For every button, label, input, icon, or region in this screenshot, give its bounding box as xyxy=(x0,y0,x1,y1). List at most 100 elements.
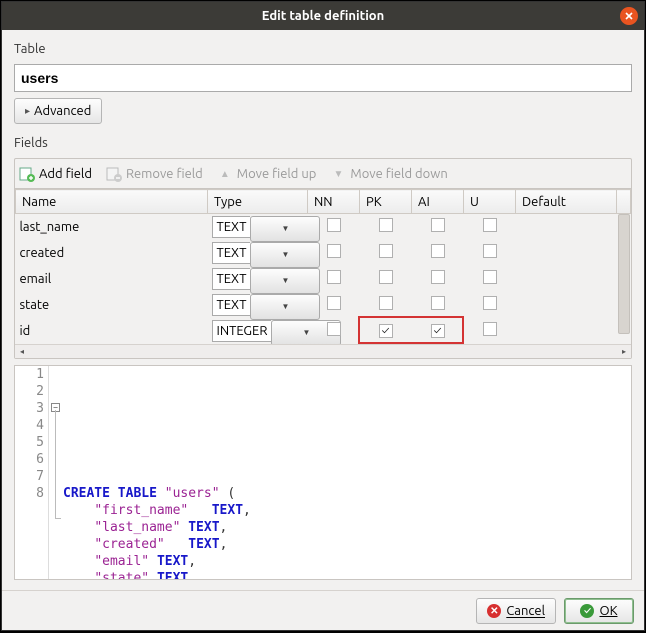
col-header-ai[interactable]: AI xyxy=(412,190,464,214)
table-name-input[interactable] xyxy=(14,64,632,92)
cell-type: TEXT ▼ xyxy=(208,214,308,240)
pk-checkbox[interactable] xyxy=(379,270,393,284)
table-row[interactable]: state TEXT ▼ xyxy=(16,292,631,318)
add-field-label: Add field xyxy=(39,167,92,181)
line-number: 6 xyxy=(15,451,48,468)
cell-default[interactable] xyxy=(516,240,617,266)
line-number: 2 xyxy=(15,383,48,400)
cell-name[interactable]: id xyxy=(16,318,208,344)
u-checkbox[interactable] xyxy=(483,218,497,232)
type-value: TEXT xyxy=(212,268,251,290)
cell-default[interactable] xyxy=(516,214,617,240)
table-label: Table xyxy=(14,42,632,56)
code-line[interactable]: CREATE TABLE "users" ( xyxy=(63,485,629,502)
cell-name[interactable]: created xyxy=(16,240,208,266)
cell-name[interactable]: last_name xyxy=(16,214,208,240)
move-down-label: Move field down xyxy=(350,167,447,181)
pk-checkbox[interactable] xyxy=(379,218,393,232)
pk-checkbox[interactable] xyxy=(379,296,393,310)
line-number: 4 xyxy=(15,417,48,434)
code-line[interactable]: "last_name" TEXT, xyxy=(63,519,629,536)
code-line[interactable]: "state" TEXT, xyxy=(63,570,629,581)
ai-checkbox[interactable] xyxy=(431,218,445,232)
type-select[interactable]: TEXT ▼ xyxy=(212,216,306,238)
ai-checkbox[interactable] xyxy=(431,296,445,310)
line-number: 1 xyxy=(15,366,48,383)
col-header-default[interactable]: Default xyxy=(516,190,617,214)
ai-checkbox[interactable] xyxy=(431,244,445,258)
ai-checkbox[interactable]: ✓ xyxy=(431,324,445,338)
table-row[interactable]: last_name TEXT ▼ xyxy=(16,214,631,240)
col-header-pk[interactable]: PK xyxy=(360,190,412,214)
advanced-button[interactable]: ▸ Advanced xyxy=(14,98,102,124)
type-value: INTEGER xyxy=(212,320,272,342)
cell-type: TEXT ▼ xyxy=(208,240,308,266)
nn-checkbox[interactable] xyxy=(327,296,341,310)
code-line[interactable]: "email" TEXT, xyxy=(63,553,629,570)
scroll-left-icon[interactable]: ◂ xyxy=(15,345,29,357)
code-line[interactable]: "created" TEXT, xyxy=(63,536,629,553)
type-select[interactable]: TEXT ▼ xyxy=(212,294,306,316)
line-gutter: 12345678 xyxy=(15,366,49,580)
dropdown-icon[interactable]: ▼ xyxy=(250,216,320,242)
cancel-button[interactable]: ✕ Cancel xyxy=(476,598,556,624)
ok-icon: ✓ xyxy=(580,604,594,618)
type-value: TEXT xyxy=(212,242,251,264)
arrow-down-icon: ▼ xyxy=(330,166,346,182)
cell-name[interactable]: state xyxy=(16,292,208,318)
cancel-label: Cancel xyxy=(506,604,545,618)
fold-line xyxy=(55,410,56,518)
fields-panel: Add field Remove field ▲ Move field up xyxy=(14,158,632,359)
u-checkbox[interactable] xyxy=(483,270,497,284)
type-select[interactable]: TEXT ▼ xyxy=(212,268,306,290)
nn-checkbox[interactable] xyxy=(327,244,341,258)
col-header-u[interactable]: U xyxy=(464,190,516,214)
col-header-nn[interactable]: NN xyxy=(308,190,360,214)
cell-type: INTEGER ▼ xyxy=(208,318,308,344)
add-field-icon xyxy=(19,166,35,182)
code-line[interactable]: "first_name" TEXT, xyxy=(63,502,629,519)
table-row[interactable]: id INTEGER ▼ ✓ ✓ xyxy=(16,318,631,344)
ok-label: OK xyxy=(599,604,617,618)
cell-default[interactable] xyxy=(516,266,617,292)
dropdown-icon[interactable]: ▼ xyxy=(250,294,320,320)
cell-default[interactable] xyxy=(516,292,617,318)
line-number: 3 xyxy=(15,400,48,417)
table-row[interactable]: email TEXT ▼ xyxy=(16,266,631,292)
col-header-name[interactable]: Name xyxy=(16,190,208,214)
vertical-scrollbar[interactable] xyxy=(618,214,630,334)
sql-code[interactable]: − CREATE TABLE "users" ( "first_name" TE… xyxy=(63,400,629,581)
dropdown-icon[interactable]: ▼ xyxy=(250,242,320,268)
u-checkbox[interactable] xyxy=(483,322,497,336)
u-checkbox[interactable] xyxy=(483,296,497,310)
type-select[interactable]: TEXT ▼ xyxy=(212,242,306,264)
nn-checkbox[interactable] xyxy=(327,322,341,336)
dropdown-icon[interactable]: ▼ xyxy=(250,268,320,294)
sql-editor[interactable]: 12345678 − CREATE TABLE "users" ( "first… xyxy=(14,365,632,581)
cell-type: TEXT ▼ xyxy=(208,292,308,318)
nn-checkbox[interactable] xyxy=(327,218,341,232)
cell-default[interactable] xyxy=(516,318,617,344)
pk-checkbox[interactable]: ✓ xyxy=(379,324,393,338)
dialog-window: Edit table definition Table ▸ Advanced F… xyxy=(1,1,645,631)
cancel-icon: ✕ xyxy=(487,604,501,618)
scroll-right-icon[interactable]: ▸ xyxy=(617,345,631,357)
nn-checkbox[interactable] xyxy=(327,270,341,284)
ok-button[interactable]: ✓ OK xyxy=(564,598,634,624)
ai-checkbox[interactable] xyxy=(431,270,445,284)
u-checkbox[interactable] xyxy=(483,244,497,258)
close-button[interactable] xyxy=(620,7,638,25)
add-field-button[interactable]: Add field xyxy=(19,166,92,182)
type-select[interactable]: INTEGER ▼ xyxy=(212,320,306,342)
arrow-up-icon: ▲ xyxy=(217,166,233,182)
col-header-type[interactable]: Type xyxy=(208,190,308,214)
type-value: TEXT xyxy=(212,294,251,316)
line-number: 5 xyxy=(15,434,48,451)
window-title: Edit table definition xyxy=(262,9,385,23)
pk-checkbox[interactable] xyxy=(379,244,393,258)
cell-name[interactable]: email xyxy=(16,266,208,292)
col-header-scroll xyxy=(617,190,631,214)
horizontal-scrollbar[interactable]: ◂ ▸ xyxy=(15,344,631,358)
table-row[interactable]: created TEXT ▼ xyxy=(16,240,631,266)
line-number: 7 xyxy=(15,468,48,485)
